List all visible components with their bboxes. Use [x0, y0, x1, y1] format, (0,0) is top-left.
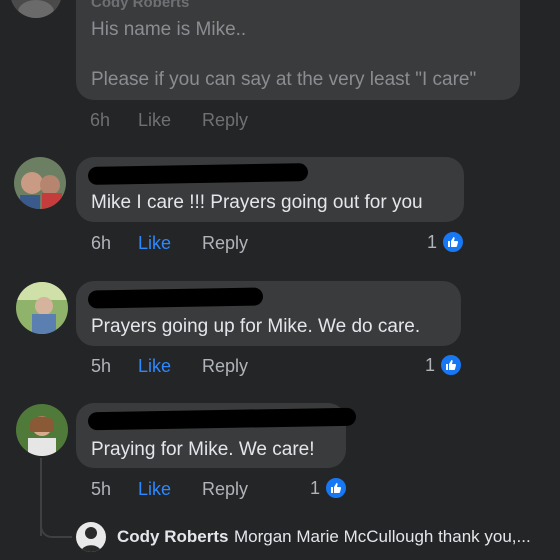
avatar-image — [16, 282, 68, 334]
reply-button[interactable]: Reply — [202, 356, 248, 377]
comment-time[interactable]: 5h — [91, 479, 111, 500]
reply-author[interactable]: Cody Roberts — [117, 527, 228, 547]
comment-time[interactable]: 6h — [91, 233, 111, 254]
comment-text: Praying for Mike. We care! — [91, 439, 315, 460]
comment-time[interactable]: 6h — [90, 110, 110, 131]
reaction-count[interactable]: 1 — [425, 353, 464, 377]
redacted-author-name — [87, 163, 309, 185]
reply-button[interactable]: Reply — [202, 479, 248, 500]
like-button[interactable]: Like — [138, 233, 171, 254]
avatar-image — [76, 522, 106, 552]
thumbs-up-icon — [441, 230, 466, 254]
reaction-count-number: 1 — [310, 477, 321, 498]
avatar-image — [10, 0, 62, 18]
reply-button[interactable]: Reply — [202, 233, 248, 254]
like-button[interactable]: Like — [138, 479, 171, 500]
avatar[interactable] — [16, 282, 68, 334]
like-button[interactable]: Like — [138, 110, 171, 131]
avatar[interactable] — [14, 157, 66, 209]
reaction-count-number: 1 — [427, 231, 438, 252]
thumbs-up-icon — [324, 476, 349, 500]
redacted-author-name — [87, 287, 264, 309]
avatar[interactable] — [10, 0, 62, 18]
comment-text-line: Please if you can say at the very least … — [91, 69, 477, 90]
comment-text: Prayers going up for Mike. We do care. — [91, 316, 421, 337]
avatar[interactable] — [16, 404, 68, 456]
reply-text: Morgan Marie McCullough thank you,... — [234, 527, 531, 546]
reaction-count[interactable]: 1 — [427, 230, 466, 254]
comment-text: Mike I care !!! Prayers going out for yo… — [91, 192, 423, 213]
avatar-image — [16, 404, 68, 456]
reply-button[interactable]: Reply — [202, 110, 248, 131]
thumbs-up-icon — [439, 353, 464, 377]
like-button[interactable]: Like — [138, 356, 171, 377]
comment-time[interactable]: 5h — [91, 356, 111, 377]
reaction-count[interactable]: 1 — [310, 476, 349, 500]
reaction-count-number: 1 — [425, 354, 436, 375]
comment-text-line: His name is Mike.. — [91, 19, 247, 40]
thread-connector-curve — [40, 522, 72, 538]
avatar-image — [14, 157, 66, 209]
avatar[interactable] — [76, 522, 106, 552]
comment-author[interactable]: Cody Roberts — [91, 0, 189, 11]
